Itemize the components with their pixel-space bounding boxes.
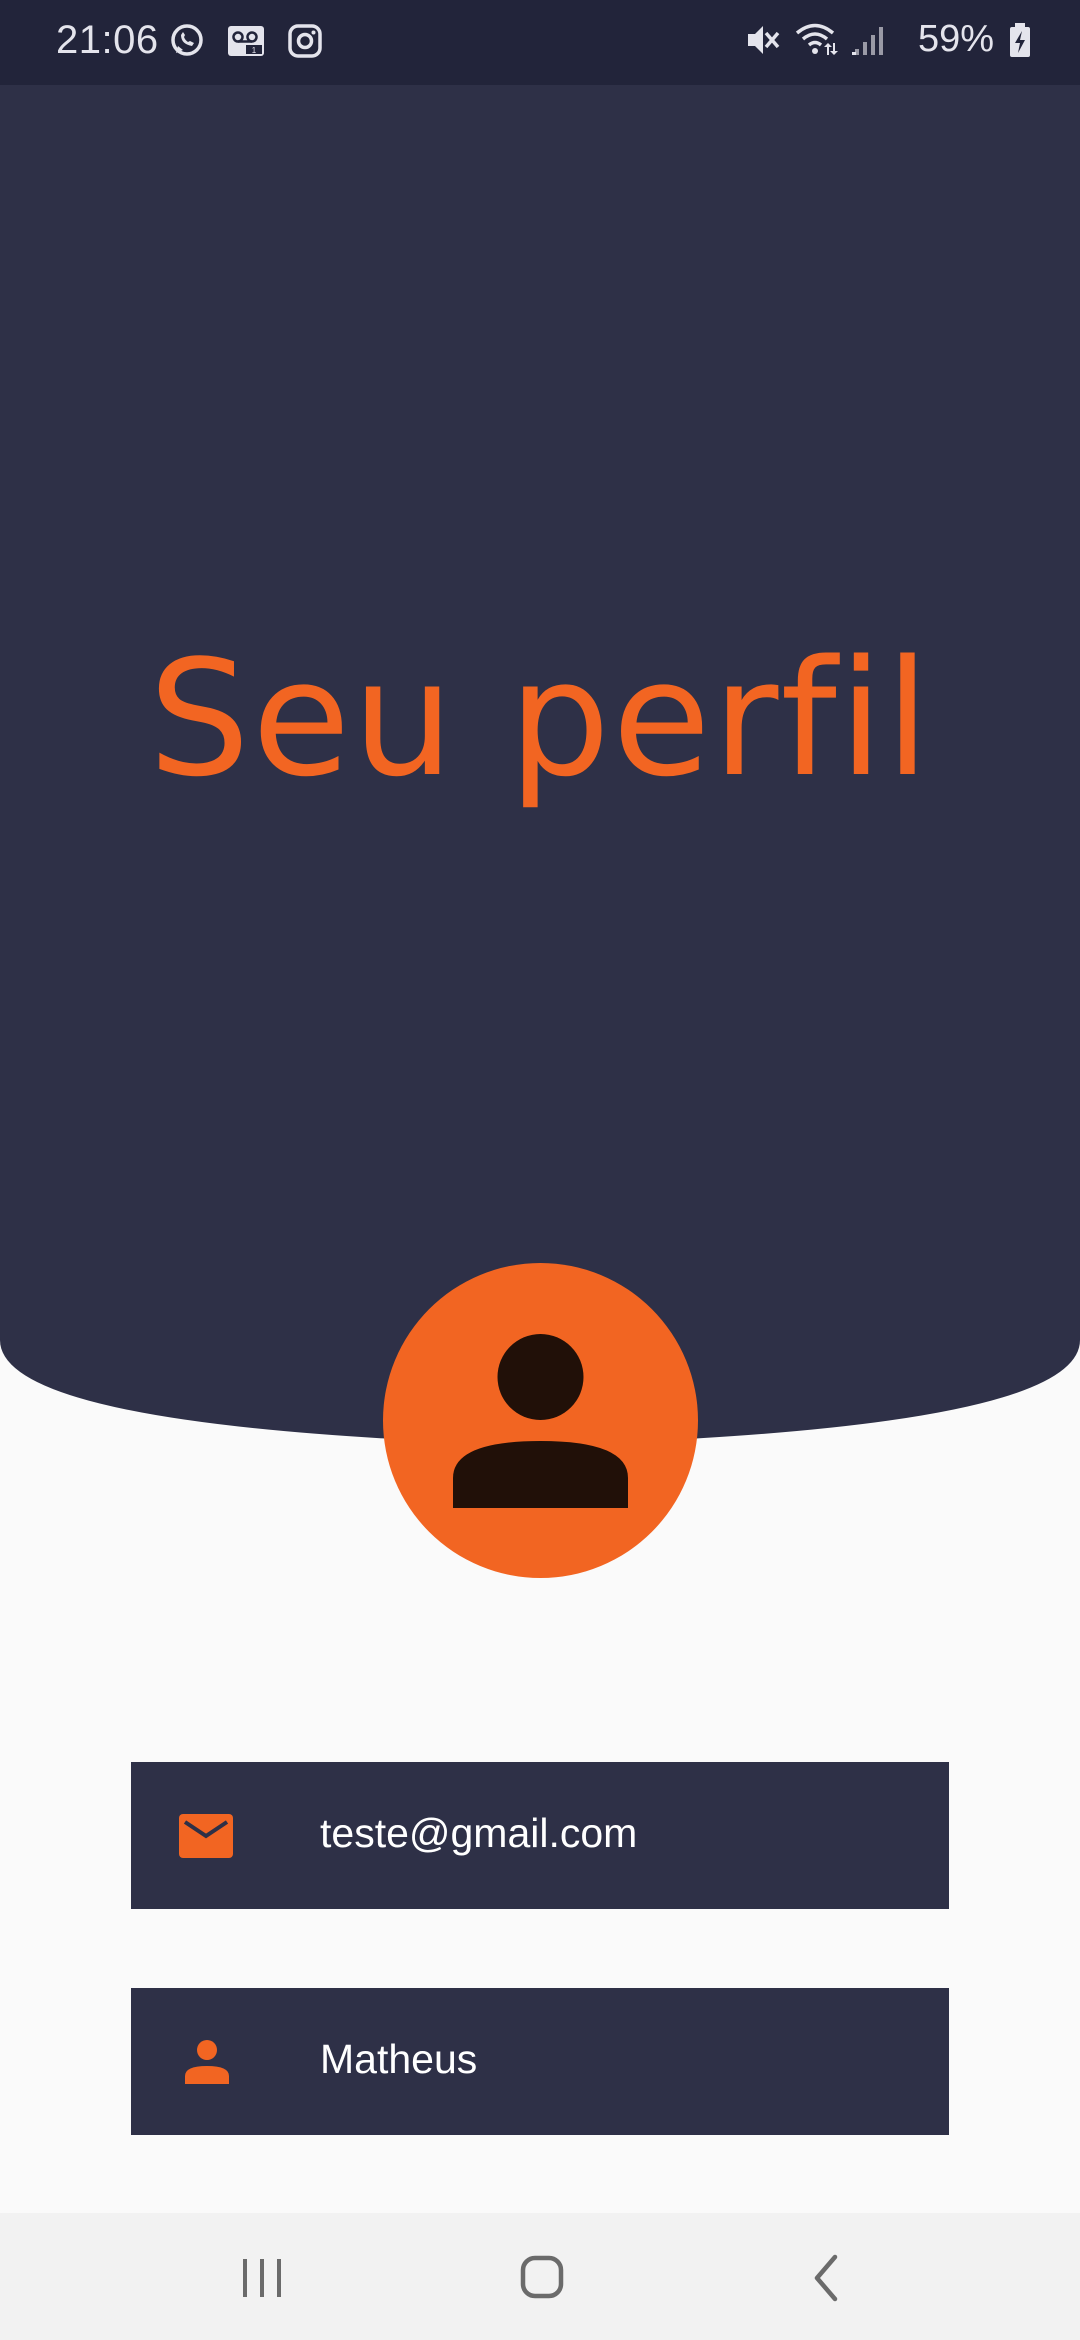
signal-icon — [851, 21, 886, 59]
wifi-icon — [794, 21, 838, 59]
email-icon — [177, 1806, 237, 1866]
battery-percentage: 59% — [917, 18, 994, 60]
email-field[interactable]: teste@gmail.com — [131, 1762, 949, 1909]
notification-icons: 1 — [168, 22, 324, 60]
recents-icon[interactable] — [222, 2243, 302, 2313]
email-value: teste@gmail.com — [320, 1810, 638, 1856]
page-title: Seu perfil — [148, 625, 932, 812]
profile-screen: 21:06 1 59% Seu perfil teste@gmail.com M… — [0, 0, 1080, 2340]
battery-charging-icon — [1008, 21, 1032, 59]
home-icon[interactable] — [503, 2243, 583, 2313]
svg-text:1: 1 — [252, 46, 257, 55]
navigation-bar — [0, 2213, 1080, 2340]
name-value: Matheus — [320, 2036, 478, 2082]
person-icon — [453, 1334, 628, 1508]
person-icon — [177, 2032, 237, 2092]
profile-header: Seu perfil — [0, 85, 1080, 1445]
voicemail-icon: 1 — [226, 22, 266, 60]
whatsapp-icon — [168, 22, 206, 60]
back-icon[interactable] — [785, 2243, 865, 2313]
system-icons: 59% — [744, 18, 1032, 61]
name-field[interactable]: Matheus — [131, 1988, 949, 2135]
status-time: 21:06 — [56, 18, 159, 62]
instagram-icon — [286, 22, 324, 60]
status-bar: 21:06 1 59% — [0, 0, 1080, 85]
avatar[interactable] — [383, 1263, 698, 1578]
mute-icon — [744, 21, 780, 59]
